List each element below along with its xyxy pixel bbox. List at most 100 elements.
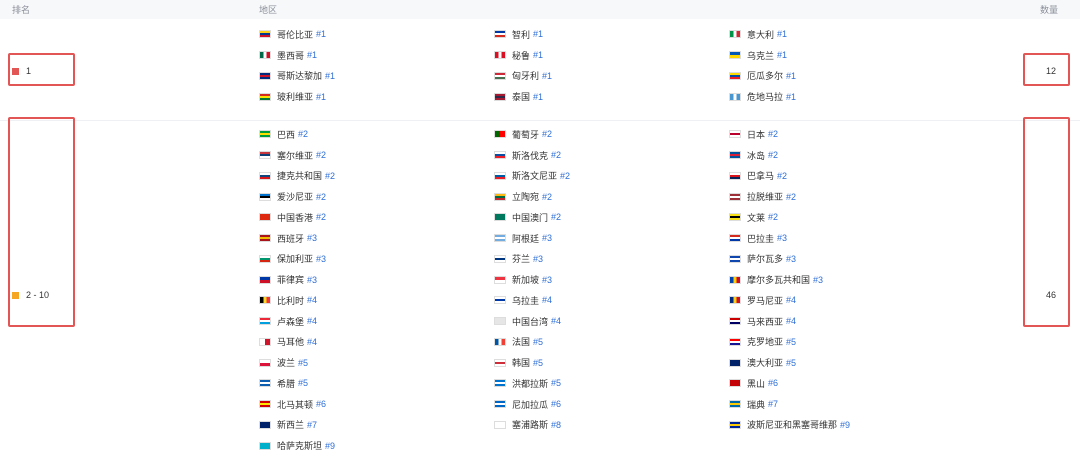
rank-column-header[interactable]: 排名 [12,3,30,16]
region-name[interactable]: 黑山 [747,377,765,390]
region-rank-number[interactable]: #5 [298,358,308,368]
region-rank-number[interactable]: #7 [768,399,778,409]
region-item[interactable]: 克罗地亚 #5 [729,332,964,353]
region-name[interactable]: 中国台湾 [512,315,548,328]
region-item[interactable]: 黑山 #6 [729,373,964,394]
region-name[interactable]: 捷克共和国 [277,169,322,182]
region-item[interactable]: 罗马尼亚 #4 [729,290,964,311]
region-item[interactable]: 瑞典 #7 [729,394,964,415]
region-rank-number[interactable]: #3 [813,275,823,285]
region-item[interactable]: 摩尔多瓦共和国 #3 [729,269,964,290]
region-name[interactable]: 马来西亚 [747,315,783,328]
region-item[interactable]: 意大利 #1 [729,24,964,45]
region-item[interactable]: 斯洛伐克 #2 [494,145,729,166]
region-item[interactable]: 斯洛文尼亚 #2 [494,166,729,187]
region-rank-number[interactable]: #2 [560,171,570,181]
region-item[interactable]: 乌拉圭 #4 [494,290,729,311]
region-name[interactable]: 波斯尼亚和黑塞哥维那 [747,418,837,431]
region-name[interactable]: 厄瓜多尔 [747,69,783,82]
region-name[interactable]: 智利 [512,28,530,41]
region-name[interactable]: 比利时 [277,294,304,307]
region-item[interactable]: 菲律宾 #3 [259,269,494,290]
region-name[interactable]: 中国香港 [277,211,313,224]
region-item[interactable]: 乌克兰 #1 [729,45,964,66]
region-item[interactable]: 秘鲁 #1 [494,45,729,66]
region-rank-number[interactable]: #1 [533,29,543,39]
region-rank-number[interactable]: #7 [307,420,317,430]
region-item[interactable]: 马来西亚 #4 [729,311,964,332]
region-name[interactable]: 波兰 [277,356,295,369]
region-rank-number[interactable]: #3 [307,233,317,243]
region-rank-number[interactable]: #1 [777,29,787,39]
region-name[interactable]: 萨尔瓦多 [747,252,783,265]
region-item[interactable]: 马耳他 #4 [259,332,494,353]
region-name[interactable]: 巴西 [277,128,295,141]
region-rank-number[interactable]: #2 [551,150,561,160]
region-name[interactable]: 保加利亚 [277,252,313,265]
region-rank-number[interactable]: #2 [316,150,326,160]
region-item[interactable]: 厄瓜多尔 #1 [729,66,964,87]
region-name[interactable]: 葡萄牙 [512,128,539,141]
region-rank-number[interactable]: #6 [316,399,326,409]
region-rank-number[interactable]: #4 [307,295,317,305]
region-rank-number[interactable]: #1 [325,71,335,81]
region-item[interactable]: 洪都拉斯 #5 [494,373,729,394]
region-rank-number[interactable]: #3 [307,275,317,285]
region-item[interactable]: 文莱 #2 [729,207,964,228]
region-rank-number[interactable]: #1 [533,50,543,60]
region-name[interactable]: 玻利维亚 [277,90,313,103]
region-name[interactable]: 文莱 [747,211,765,224]
region-name[interactable]: 菲律宾 [277,273,304,286]
region-item[interactable]: 中国香港 #2 [259,207,494,228]
region-rank-number[interactable]: #5 [786,358,796,368]
region-name[interactable]: 新西兰 [277,418,304,431]
region-rank-number[interactable]: #3 [542,233,552,243]
region-column-header[interactable]: 地区 [259,3,277,16]
region-item[interactable]: 巴西 #2 [259,124,494,145]
region-name[interactable]: 塞浦路斯 [512,418,548,431]
region-item[interactable]: 冰岛 #2 [729,145,964,166]
region-rank-number[interactable]: #1 [316,29,326,39]
region-item[interactable]: 中国台湾 #4 [494,311,729,332]
region-name[interactable]: 乌拉圭 [512,294,539,307]
region-rank-number[interactable]: #4 [307,316,317,326]
region-item[interactable]: 西班牙 #3 [259,228,494,249]
region-name[interactable]: 意大利 [747,28,774,41]
region-item[interactable]: 日本 #2 [729,124,964,145]
region-item[interactable]: 巴拉圭 #3 [729,228,964,249]
region-item[interactable]: 希腊 #5 [259,373,494,394]
region-rank-number[interactable]: #1 [542,71,552,81]
region-name[interactable]: 墨西哥 [277,49,304,62]
region-rank-number[interactable]: #2 [768,129,778,139]
region-item[interactable]: 法国 #5 [494,332,729,353]
region-rank-number[interactable]: #1 [316,92,326,102]
region-item[interactable]: 塞尔维亚 #2 [259,145,494,166]
region-item[interactable]: 拉脱维亚 #2 [729,186,964,207]
region-item[interactable]: 卢森堡 #4 [259,311,494,332]
count-column-header[interactable]: 数量 [1040,3,1058,16]
region-rank-number[interactable]: #2 [542,129,552,139]
region-item[interactable]: 波斯尼亚和黑塞哥维那 #9 [729,415,964,436]
region-name[interactable]: 斯洛伐克 [512,149,548,162]
region-item[interactable]: 北马其顿 #6 [259,394,494,415]
region-rank-number[interactable]: #2 [551,212,561,222]
region-rank-number[interactable]: #4 [551,316,561,326]
region-name[interactable]: 泰国 [512,90,530,103]
region-rank-number[interactable]: #5 [533,358,543,368]
region-rank-number[interactable]: #1 [307,50,317,60]
region-name[interactable]: 尼加拉瓜 [512,398,548,411]
region-name[interactable]: 哈萨克斯坦 [277,439,322,452]
region-item[interactable]: 哈萨克斯坦 #9 [259,435,494,456]
region-rank-number[interactable]: #2 [298,129,308,139]
region-rank-number[interactable]: #2 [768,150,778,160]
region-name[interactable]: 西班牙 [277,232,304,245]
region-item[interactable]: 智利 #1 [494,24,729,45]
region-rank-number[interactable]: #1 [786,92,796,102]
region-rank-number[interactable]: #4 [786,316,796,326]
region-item[interactable]: 萨尔瓦多 #3 [729,249,964,270]
region-item[interactable]: 波兰 #5 [259,352,494,373]
region-rank-number[interactable]: #4 [542,295,552,305]
region-name[interactable]: 澳大利亚 [747,356,783,369]
region-name[interactable]: 巴拉圭 [747,232,774,245]
region-name[interactable]: 摩尔多瓦共和国 [747,273,810,286]
